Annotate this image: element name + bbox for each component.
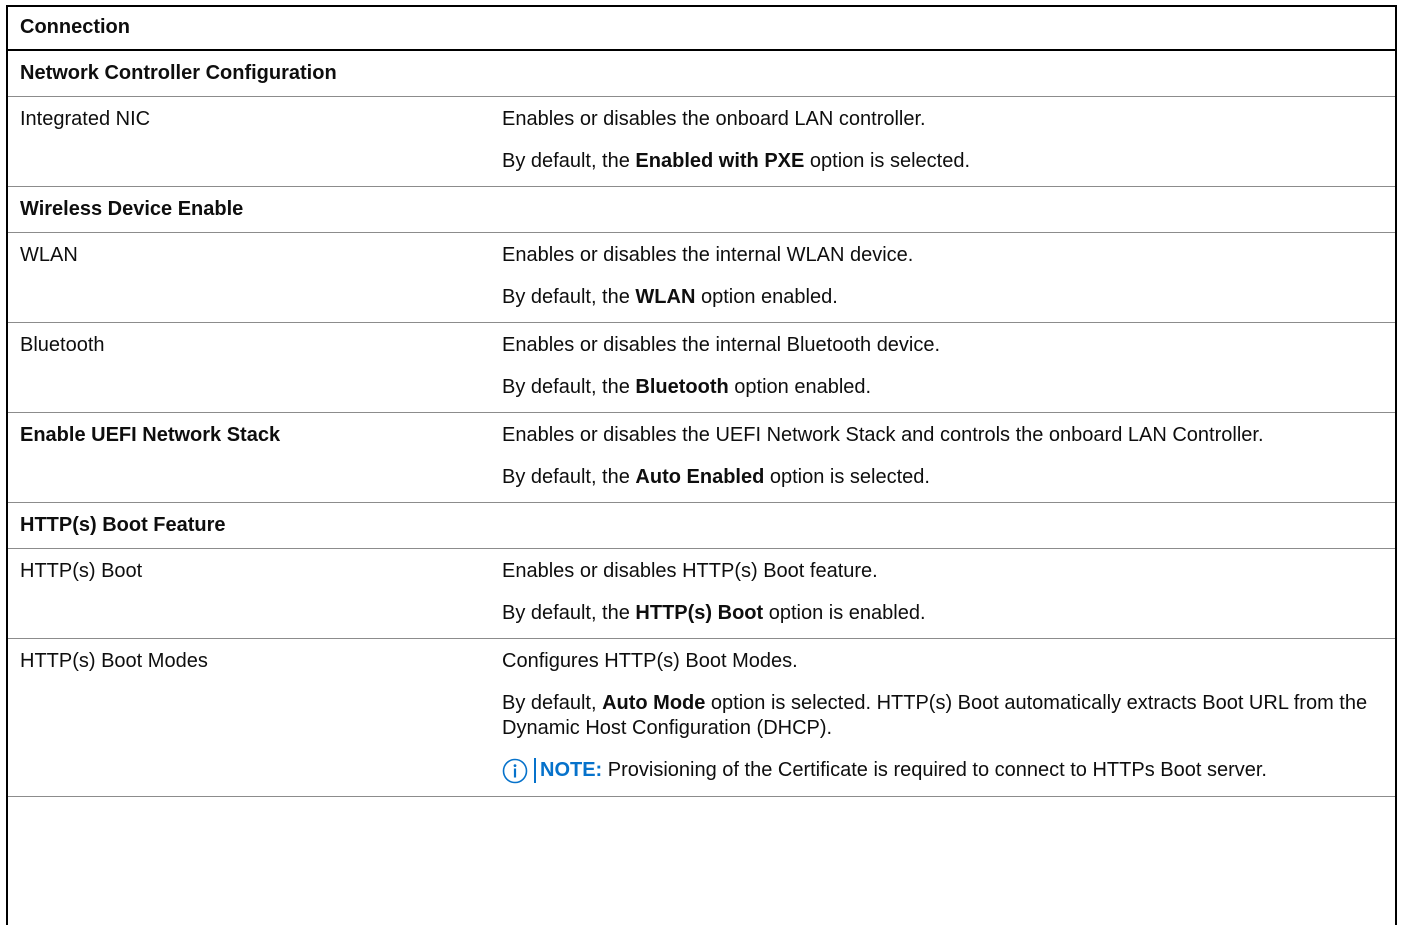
setting-name: Enable UEFI Network Stack <box>8 412 490 503</box>
setting-description: Enables or disables HTTP(s) Boot feature… <box>490 548 1395 639</box>
setting-name: HTTP(s) Boot Modes <box>8 638 490 797</box>
setting-description: Enables or disables the UEFI Network Sta… <box>490 412 1395 503</box>
section-title-row: Wireless Device Enable <box>8 186 1395 233</box>
default-text-pre: By default, <box>502 692 603 714</box>
setting-name: HTTP(s) Boot <box>8 548 490 639</box>
description-paragraph: Enables or disables HTTP(s) Boot feature… <box>502 559 1385 584</box>
default-text-post: option enabled. <box>728 376 872 398</box>
settings-table: Connection Network Controller Configurat… <box>8 7 1395 797</box>
description-text: Enables or disables HTTP(s) Boot feature… <box>502 560 878 582</box>
section-network-controller: Network Controller Configuration Integra… <box>8 50 1395 187</box>
default-text-post: option is enabled. <box>763 602 926 624</box>
section-title: HTTP(s) Boot Feature <box>8 502 1395 549</box>
table-row: HTTP(s) Boot Modes Configures HTTP(s) Bo… <box>8 638 1395 797</box>
info-icon <box>502 758 528 784</box>
table-row: Bluetooth Enables or disables the intern… <box>8 322 1395 413</box>
note-callout: NOTE: Provisioning of the Certificate is… <box>502 758 1385 784</box>
description-paragraph: Enables or disables the UEFI Network Sta… <box>502 423 1385 448</box>
description-text: Configures HTTP(s) Boot Modes. <box>502 650 798 672</box>
description-paragraph: Enables or disables the onboard LAN cont… <box>502 107 1385 132</box>
default-text-post: option is selected. <box>804 150 970 172</box>
note-body: NOTE: Provisioning of the Certificate is… <box>534 758 1267 783</box>
default-paragraph: By default, the Enabled with PXE option … <box>502 149 1385 174</box>
description-paragraph: Enables or disables the internal WLAN de… <box>502 243 1385 268</box>
section-title: Network Controller Configuration <box>8 50 1395 97</box>
table-row: Integrated NIC Enables or disables the o… <box>8 96 1395 187</box>
description-paragraph: Configures HTTP(s) Boot Modes. <box>502 649 1385 674</box>
default-value: HTTP(s) Boot <box>635 602 764 624</box>
note-label: NOTE: <box>540 759 603 781</box>
description-text: Enables or disables the internal Bluetoo… <box>502 334 941 356</box>
setting-description: Enables or disables the onboard LAN cont… <box>490 96 1395 187</box>
default-paragraph: By default, the Auto Enabled option is s… <box>502 465 1385 490</box>
default-text-post: option is selected. <box>764 466 930 488</box>
connection-table: Connection Network Controller Configurat… <box>6 5 1397 925</box>
default-paragraph: By default, the Bluetooth option enabled… <box>502 375 1385 400</box>
table-row: HTTP(s) Boot Enables or disables HTTP(s)… <box>8 548 1395 639</box>
description-text: Enables or disables the UEFI Network Sta… <box>502 424 1264 446</box>
default-paragraph: By default, the WLAN option enabled. <box>502 285 1385 310</box>
setting-name: WLAN <box>8 232 490 323</box>
description-text: Enables or disables the onboard LAN cont… <box>502 108 926 130</box>
default-text-pre: By default, the <box>502 602 636 624</box>
setting-description: Enables or disables the internal WLAN de… <box>490 232 1395 323</box>
default-value: Auto Enabled <box>635 466 765 488</box>
table-header: Connection <box>8 7 1395 51</box>
setting-name: Bluetooth <box>8 322 490 413</box>
section-title-row: HTTP(s) Boot Feature <box>8 502 1395 549</box>
description-text: Enables or disables the internal WLAN de… <box>502 244 914 266</box>
default-text-pre: By default, the <box>502 286 636 308</box>
section-title-row: Network Controller Configuration <box>8 50 1395 97</box>
setting-name: Integrated NIC <box>8 96 490 187</box>
setting-description: Configures HTTP(s) Boot Modes. By defaul… <box>490 638 1395 797</box>
table-row: WLAN Enables or disables the internal WL… <box>8 232 1395 323</box>
section-http-boot: HTTP(s) Boot Feature HTTP(s) Boot Enable… <box>8 502 1395 797</box>
default-text-pre: By default, the <box>502 150 636 172</box>
default-paragraph: By default, the HTTP(s) Boot option is e… <box>502 601 1385 626</box>
default-value: WLAN <box>635 286 696 308</box>
default-text-post: option enabled. <box>695 286 838 308</box>
default-paragraph: By default, Auto Mode option is selected… <box>502 691 1385 741</box>
default-text-pre: By default, the <box>502 376 636 398</box>
table-row: Enable UEFI Network Stack Enables or dis… <box>8 412 1395 503</box>
default-text-pre: By default, the <box>502 466 636 488</box>
note-text: Provisioning of the Certificate is requi… <box>602 759 1267 781</box>
section-wireless-device: Wireless Device Enable WLAN Enables or d… <box>8 186 1395 503</box>
default-value: Bluetooth <box>635 376 729 398</box>
section-title: Wireless Device Enable <box>8 186 1395 233</box>
description-paragraph: Enables or disables the internal Bluetoo… <box>502 333 1385 358</box>
setting-description: Enables or disables the internal Bluetoo… <box>490 322 1395 413</box>
table-header-row: Connection <box>8 7 1395 51</box>
default-value: Auto Mode <box>602 692 706 714</box>
default-value: Enabled with PXE <box>635 150 805 172</box>
